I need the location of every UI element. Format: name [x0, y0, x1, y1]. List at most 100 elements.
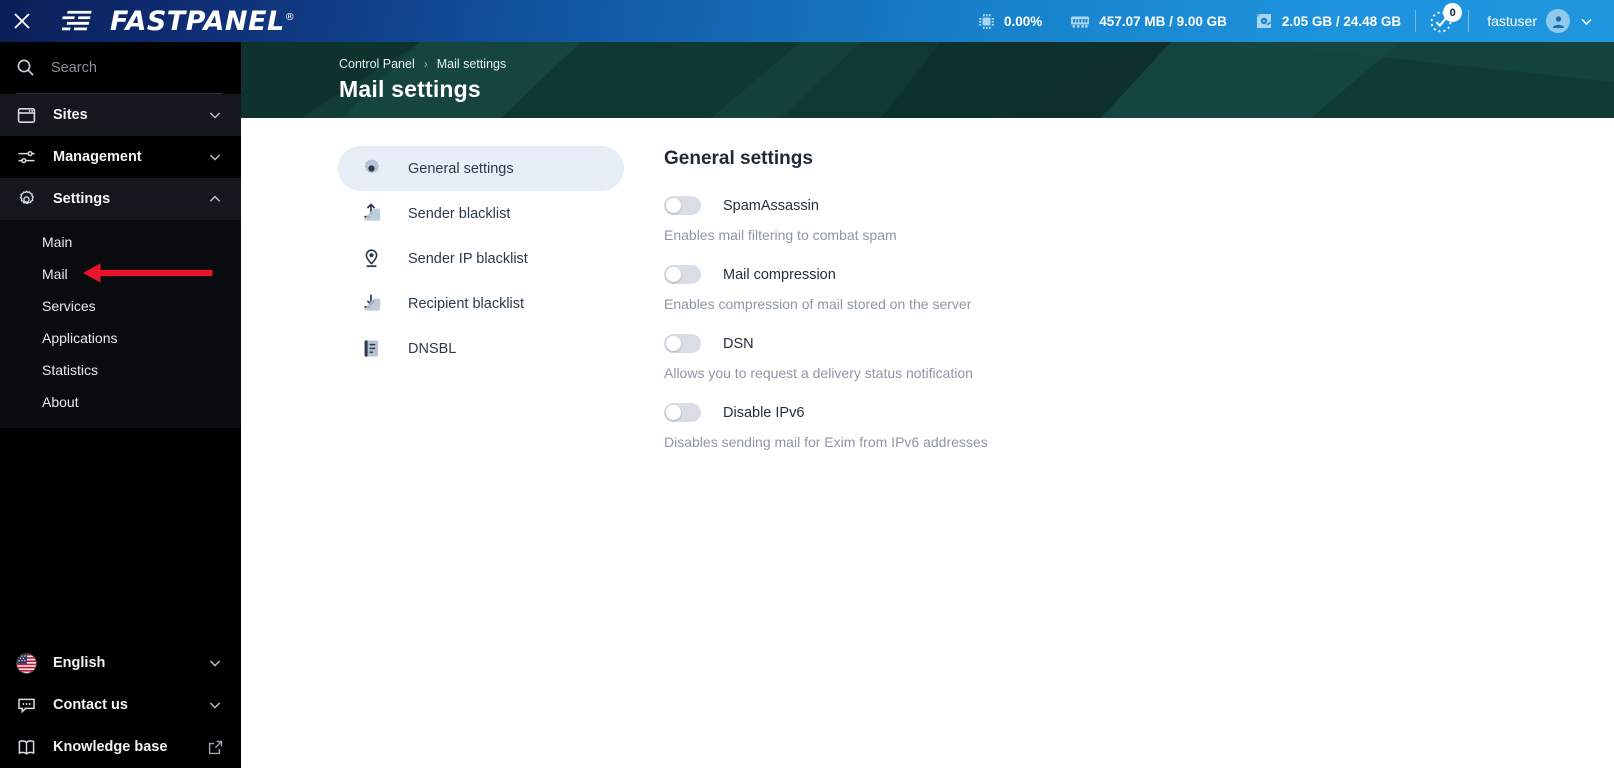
- sidebar-item-label: Settings: [53, 191, 111, 207]
- sidebar-item-label: Management: [53, 149, 142, 165]
- user-avatar-icon: [1552, 15, 1564, 28]
- chevron-down-icon[interactable]: [207, 107, 223, 123]
- sidebar-subitem-mail[interactable]: Mail: [0, 258, 241, 290]
- chevron-down-icon: [1581, 18, 1592, 25]
- nav-item-recipient-blacklist[interactable]: Recipient blacklist: [338, 281, 624, 326]
- sidebar-subitem-label: Applications: [42, 330, 118, 346]
- upload-icon: [360, 203, 382, 225]
- cpu-value: 0.00%: [1004, 13, 1043, 29]
- top-bar-status-group: 0.00% 457.07 MB / 9.00 GB 2.05 GB / 24.4…: [964, 0, 1614, 42]
- sidebar-search-row: [0, 42, 241, 94]
- settings-submenu: Main Mail Services Applications Statisti…: [0, 220, 241, 428]
- sidebar-subitem-services[interactable]: Services: [0, 290, 241, 322]
- language-label: English: [53, 655, 106, 671]
- breadcrumb-mail-settings[interactable]: Mail settings: [437, 57, 506, 71]
- disable-ipv6-toggle[interactable]: [664, 403, 701, 422]
- tasks-count-badge: 0: [1443, 3, 1463, 22]
- breadcrumb: Control Panel › Mail settings: [339, 42, 1614, 71]
- ram-stat[interactable]: 457.07 MB / 9.00 GB: [1056, 14, 1241, 29]
- disk-icon: [1256, 14, 1271, 28]
- spamassassin-toggle[interactable]: [664, 196, 701, 215]
- setting-label: Disable IPv6: [723, 404, 805, 421]
- brand-name: FASTPANEL®: [110, 6, 295, 37]
- setting-description: Disables sending mail for Exim from IPv6…: [664, 434, 988, 450]
- setting-dsn: DSN Allows you to request a delivery sta…: [664, 334, 988, 381]
- mail-compression-toggle[interactable]: [664, 265, 701, 284]
- us-flag-icon: [16, 652, 37, 674]
- breadcrumb-control-panel[interactable]: Control Panel: [339, 57, 415, 71]
- sidebar-subitem-statistics[interactable]: Statistics: [0, 354, 241, 386]
- gear-icon: [16, 189, 37, 210]
- sidebar-subitem-label: Main: [42, 234, 73, 250]
- nav-item-sender-blacklist[interactable]: Sender blacklist: [338, 191, 624, 236]
- disk-value: 2.05 GB / 24.48 GB: [1281, 13, 1402, 29]
- sidebar-subitem-label: Statistics: [42, 362, 99, 378]
- disk-stat[interactable]: 2.05 GB / 24.48 GB: [1241, 12, 1415, 30]
- setting-mail-compression: Mail compression Enables compression of …: [664, 265, 988, 312]
- sidebar-item-label: Sites: [53, 107, 88, 123]
- sidebar: Sites Management: [0, 42, 241, 768]
- sidebar-subitem-label: Services: [42, 298, 96, 314]
- knowledge-base-item[interactable]: Knowledge base: [0, 726, 241, 768]
- contact-us-label: Contact us: [53, 697, 128, 713]
- sidebar-item-settings[interactable]: Settings: [0, 178, 241, 220]
- gear-icon: [360, 158, 382, 180]
- chevron-down-icon[interactable]: [207, 149, 223, 165]
- chat-bubble-icon: [16, 695, 37, 716]
- fastpanel-mark-icon: [62, 10, 92, 31]
- sidebar-subitem-label: About: [42, 394, 79, 410]
- user-menu[interactable]: fastuser: [1469, 9, 1602, 33]
- brand-trademark: ®: [284, 11, 296, 23]
- close-icon: [14, 13, 30, 29]
- tasks-button[interactable]: 0: [1416, 0, 1468, 42]
- nav-item-label: Sender IP blacklist: [408, 250, 528, 267]
- sidebar-bottom-group: English Contact us Knowledge base: [0, 642, 241, 768]
- open-book-icon: [16, 737, 37, 758]
- sidebar-item-management[interactable]: Management: [0, 136, 241, 178]
- setting-description: Enables compression of mail stored on th…: [664, 296, 972, 312]
- setting-label: SpamAssassin: [723, 197, 819, 214]
- setting-disable-ipv6: Disable IPv6 Disables sending mail for E…: [664, 403, 988, 450]
- language-selector[interactable]: English: [0, 642, 241, 684]
- setting-spamassassin: SpamAssassin Enables mail filtering to c…: [664, 196, 988, 243]
- nav-item-label: Sender blacklist: [408, 205, 511, 222]
- general-settings-panel: General settings SpamAssassin Enables ma…: [631, 118, 988, 768]
- page-title: Mail settings: [339, 76, 481, 102]
- sidebar-subitem-label: Mail: [42, 266, 68, 282]
- search-icon[interactable]: [16, 58, 35, 77]
- setting-description: Enables mail filtering to combat spam: [664, 227, 897, 243]
- sliders-icon: [16, 147, 37, 168]
- mail-settings-nav: General settings Sender blacklist Sender…: [241, 118, 631, 768]
- ram-value: 457.07 MB / 9.00 GB: [1099, 13, 1227, 29]
- chevron-down-icon[interactable]: [207, 697, 223, 713]
- contact-us-item[interactable]: Contact us: [0, 684, 241, 726]
- avatar: [1546, 9, 1570, 33]
- download-icon: [360, 293, 382, 315]
- chevron-up-icon[interactable]: [207, 191, 223, 207]
- brand-label: FASTPANEL: [110, 5, 285, 37]
- sidebar-subitem-about[interactable]: About: [0, 386, 241, 418]
- breadcrumb-separator: ›: [423, 57, 428, 71]
- nav-item-general-settings[interactable]: General settings: [338, 146, 624, 191]
- window-icon: [16, 105, 37, 126]
- cpu-icon: [979, 13, 995, 29]
- nav-item-dnsbl[interactable]: DNSBL: [338, 326, 624, 371]
- nav-item-sender-ip-blacklist[interactable]: Sender IP blacklist: [338, 236, 624, 281]
- external-link-icon[interactable]: [208, 740, 223, 755]
- chevron-down-icon[interactable]: [207, 655, 223, 671]
- brand-logo[interactable]: FASTPANEL®: [62, 6, 295, 37]
- cpu-stat[interactable]: 0.00%: [964, 13, 1056, 30]
- memory-icon: [1071, 16, 1090, 28]
- close-button[interactable]: [0, 0, 44, 42]
- nav-item-label: Recipient blacklist: [408, 295, 525, 312]
- setting-label: DSN: [723, 335, 754, 352]
- search-input[interactable]: [51, 59, 201, 76]
- sidebar-subitem-applications[interactable]: Applications: [0, 322, 241, 354]
- panel-title: General settings: [664, 148, 813, 169]
- dsn-toggle[interactable]: [664, 334, 701, 353]
- sidebar-subitem-main[interactable]: Main: [0, 226, 241, 258]
- user-name: fastuser: [1487, 13, 1537, 29]
- top-bar: FASTPANEL® 0.00% 457.07 MB / 9.00 GB 2.0…: [0, 0, 1614, 42]
- nav-item-label: General settings: [408, 160, 514, 177]
- sidebar-item-sites[interactable]: Sites: [0, 94, 241, 136]
